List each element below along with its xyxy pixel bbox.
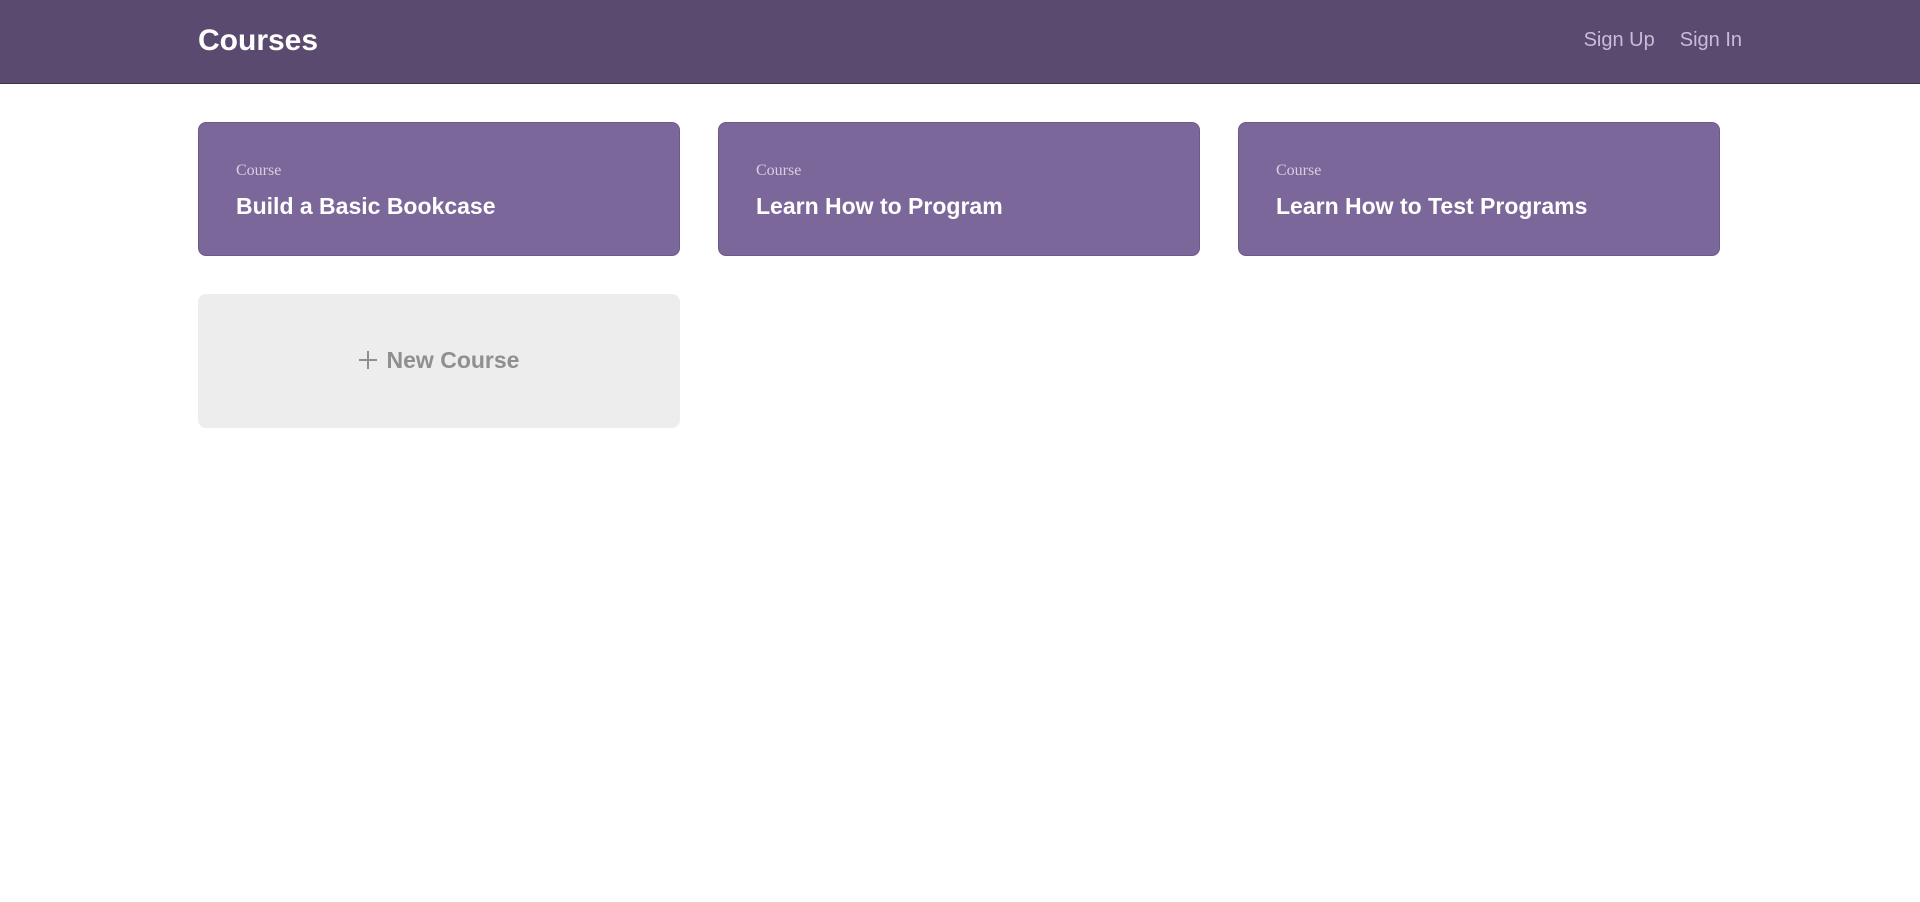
brand-link[interactable]: Courses (198, 23, 318, 59)
top-navbar: Courses Sign Up Sign In (0, 0, 1920, 84)
plus-icon (358, 351, 377, 369)
course-card-label: Course (756, 162, 802, 179)
new-course-content: New Course (198, 346, 680, 374)
sign-in-link[interactable]: Sign In (1680, 27, 1742, 53)
new-course-button[interactable]: New Course (198, 294, 680, 428)
course-card[interactable]: Course Learn How to Program (718, 122, 1200, 256)
course-card-title: Learn How to Program (756, 193, 1003, 219)
course-card-title: Learn How to Test Programs (1276, 193, 1588, 219)
course-card-label: Course (1276, 162, 1322, 179)
sign-up-link[interactable]: Sign Up (1584, 27, 1655, 53)
course-card[interactable]: Course Learn How to Test Programs (1238, 122, 1720, 256)
course-card[interactable]: Course Build a Basic Bookcase (198, 122, 680, 256)
new-course-label: New Course (386, 347, 520, 373)
course-card-label: Course (236, 162, 282, 179)
course-card-title: Build a Basic Bookcase (236, 193, 496, 219)
auth-nav: Sign Up Sign In (1584, 27, 1742, 53)
